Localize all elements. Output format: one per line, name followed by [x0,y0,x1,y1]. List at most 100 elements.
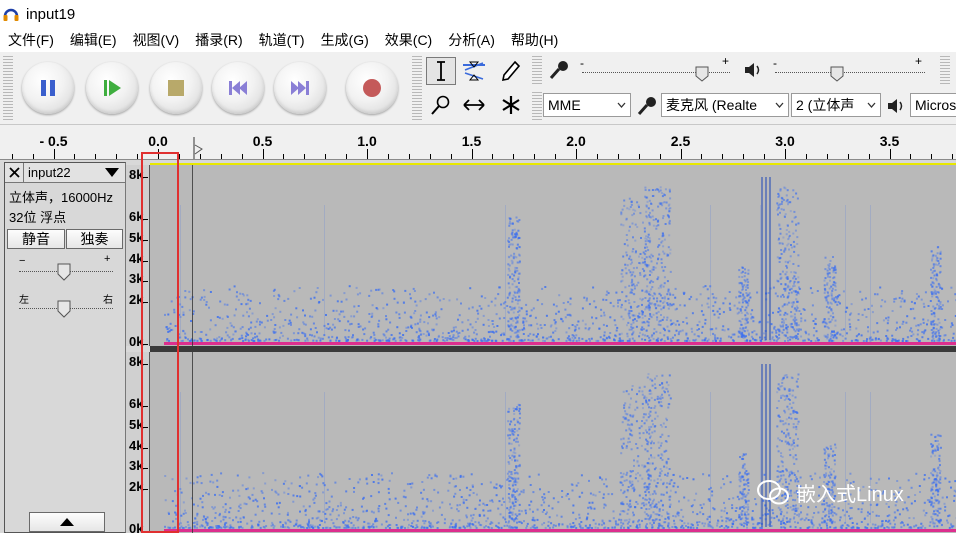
gain-minus-label: − [19,255,26,267]
ruler-tick [116,154,118,159]
ruler-tick [576,149,577,159]
tools-toolbar-grip[interactable] [412,56,422,120]
ruler-label: 3.0 [775,133,795,149]
menu-file[interactable]: 文件(F) [0,28,62,52]
multi-tool-button[interactable] [496,91,526,119]
ruler-tick [471,149,473,159]
ruler-tick [178,154,180,159]
ruler-tick [596,154,598,159]
record-button[interactable] [346,62,398,114]
device-toolbar-grip[interactable] [532,92,542,120]
track-close-button[interactable] [5,163,24,182]
mixer-toolbar-grip[interactable] [940,56,950,86]
pause-button[interactable] [22,62,74,114]
menu-transport[interactable]: 播录(R) [187,28,250,52]
gain-slider-thumb[interactable] [57,263,71,281]
ruler-tick [367,149,368,159]
draw-tool-button[interactable] [496,57,526,85]
ruler-tick [513,154,515,159]
spectrogram-left-canvas [150,165,956,346]
output-speaker-icon [888,99,903,113]
ruler-tick [74,154,76,159]
ruler-tick [826,154,828,159]
zoom-tool-button[interactable] [426,91,456,119]
collapse-arrow-icon [60,518,74,526]
input-channels-select[interactable]: 2 (立体声 [791,93,881,117]
pan-slider-thumb[interactable] [57,300,71,318]
spectrogram-left-channel[interactable] [150,165,956,346]
track-name[interactable]: input22 [28,165,71,180]
pan-left-label: 左 [19,295,29,306]
pause-icon [41,80,55,96]
menu-effect[interactable]: 效果(C) [377,28,440,52]
ruler-tick [805,154,807,159]
ruler-tick [325,154,327,159]
ruler-tick [199,154,201,159]
ibeam-icon [437,61,445,81]
mute-button[interactable]: 静音 [7,229,65,249]
ruler-tick [847,154,849,159]
input-microphone-icon [637,97,656,115]
record-meter-plus: + [722,54,730,68]
ruler-tick [638,154,640,159]
magnifier-icon [431,95,450,115]
skip-start-icon [229,81,247,95]
ruler-label: 1.0 [357,133,377,149]
double-arrow-icon [463,99,485,111]
toolbar-area: - + - + MME 麦克风 (Realte 2 (立体声 Micros [0,52,956,125]
transport-toolbar-grip[interactable] [3,56,13,120]
microphone-icon [549,61,568,79]
ruler-tick [304,154,306,159]
ruler-tick [785,149,786,159]
menu-help[interactable]: 帮助(H) [503,28,566,52]
track-control-panel: input22 立体声，16000Hz 32位 浮点 静音 独奏 − + 左 右 [4,162,126,533]
watermark: 嵌入式Linux [756,478,904,507]
mute-label: 静音 [22,231,50,247]
menu-view[interactable]: 视图(V) [125,28,188,52]
play-button[interactable] [86,62,138,114]
audio-host-select[interactable]: MME [543,93,631,117]
ruler-tick [868,154,870,159]
ruler-tick [534,154,536,159]
play-meter-minus: - [773,56,777,70]
solo-button[interactable]: 独奏 [66,229,123,249]
track-area: input22 立体声，16000Hz 32位 浮点 静音 独奏 − + 左 右… [0,152,956,533]
ruler-tick [11,154,13,159]
play-head-marker-icon [193,137,203,159]
gain-plus-label: + [104,253,111,265]
collapse-track-button[interactable] [29,512,105,532]
envelope-icon [463,61,485,81]
ruler-tick [555,154,557,159]
menu-generate[interactable]: 生成(G) [313,28,377,52]
selection-tool-button[interactable] [426,57,456,85]
ruler-tick [95,154,97,159]
play-volume-thumb[interactable] [830,66,844,82]
skip-to-end-button[interactable] [274,62,326,114]
close-icon [8,167,20,178]
ruler-label: 2.5 [670,133,691,149]
ruler-tick [450,154,452,159]
pan-right-label: 右 [103,295,113,306]
play-volume-track[interactable] [775,72,925,73]
ruler-tick [764,154,766,159]
record-meter-minus: - [580,56,584,70]
menu-bar: 文件(F) 编辑(E) 视图(V) 播录(R) 轨道(T) 生成(G) 效果(C) 分析(A)… [0,28,956,52]
menu-tracks[interactable]: 轨道(T) [251,28,313,52]
ruler-tick [387,154,389,159]
skip-to-start-button[interactable] [212,62,264,114]
ruler-label: 2.0 [566,133,586,149]
ruler-tick [952,154,954,159]
menu-analyze[interactable]: 分析(A) [440,28,503,52]
output-device-select[interactable]: Micros [910,93,956,117]
menu-edit[interactable]: 编辑(E) [62,28,125,52]
ruler-tick [889,149,891,159]
timeshift-tool-button[interactable] [459,91,489,119]
input-device-select[interactable]: 麦克风 (Realte [661,93,789,117]
stop-button[interactable] [150,62,202,114]
ruler-tick [32,154,34,159]
title-bar: input19 [0,0,956,28]
track-menu-triangle-icon[interactable] [105,168,119,177]
record-volume-thumb[interactable] [695,66,709,82]
envelope-tool-button[interactable] [459,57,489,85]
meter-toolbar-grip[interactable] [532,56,542,86]
